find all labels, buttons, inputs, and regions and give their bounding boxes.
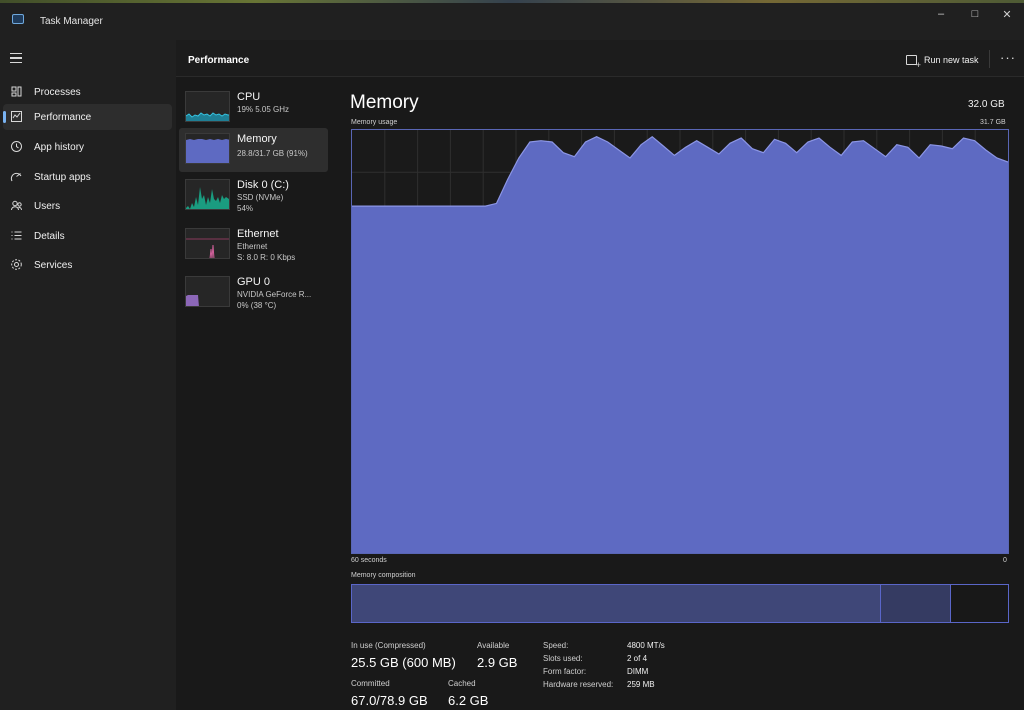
menu-icon[interactable] [10, 53, 22, 63]
task-manager-icon [12, 14, 24, 24]
available-value: 2.9 GB [477, 655, 518, 670]
hardware-reserved-key: Hardware reserved: [543, 680, 614, 689]
resource-name: CPU [237, 91, 261, 103]
minimize-button[interactable]: – [926, 6, 956, 22]
sidebar-item-label: Services [34, 260, 73, 271]
slots-value: 2 of 4 [627, 654, 648, 663]
in-use-value: 25.5 GB (600 MB) [351, 655, 456, 670]
sidebar-item-performance[interactable]: Performance [3, 104, 172, 130]
cpu-thumbnail [185, 91, 230, 122]
users-icon [11, 200, 22, 211]
sidebar-item-label: App history [34, 142, 85, 153]
sidebar-item-services[interactable]: Services [3, 252, 172, 278]
composition-modified [881, 585, 951, 622]
main-panel: Performance Run new task ··· CPU 19% 5.0… [176, 40, 1024, 710]
processes-icon [11, 86, 22, 97]
sidebar-item-startup-apps[interactable]: Startup apps [3, 164, 172, 190]
memory-total: 32.0 GB [968, 99, 1005, 110]
resource-name: Disk 0 (C:) [237, 179, 289, 191]
memory-composition-label: Memory composition [351, 572, 416, 579]
run-task-icon [906, 55, 921, 70]
ethernet-thumbnail [185, 228, 230, 259]
history-icon [11, 141, 22, 152]
performance-icon [11, 111, 22, 122]
resource-cpu[interactable]: CPU 19% 5.05 GHz [179, 86, 328, 130]
resource-detail: S: 8.0 R: 0 Kbps [237, 253, 296, 262]
resource-disk[interactable]: Disk 0 (C:) SSD (NVMe) 54% [179, 174, 328, 218]
resource-name: Memory [237, 133, 277, 145]
services-icon [11, 259, 22, 270]
chart-title: Memory [350, 92, 419, 113]
sidebar-item-app-history[interactable]: App history [3, 134, 172, 160]
committed-value: 67.0/78.9 GB [351, 693, 428, 708]
resource-detail: SSD (NVMe) [237, 193, 284, 202]
in-use-label: In use (Compressed) [351, 641, 426, 650]
sidebar-item-details[interactable]: Details [3, 223, 172, 249]
resource-memory[interactable]: Memory 28.8/31.7 GB (91%) [179, 128, 328, 172]
resource-detail: 28.8/31.7 GB (91%) [237, 149, 308, 158]
speed-key: Speed: [543, 641, 569, 650]
disk-thumbnail [185, 179, 230, 210]
window-title: Task Manager [40, 16, 103, 27]
details-icon [11, 231, 22, 240]
wallpaper-strip [0, 0, 1024, 3]
sidebar-item-label: Startup apps [34, 172, 91, 183]
maximize-button[interactable]: □ [960, 6, 990, 22]
form-factor-key: Form factor: [543, 667, 587, 676]
slots-key: Slots used: [543, 654, 583, 663]
sidebar-item-label: Performance [34, 112, 92, 123]
close-button[interactable]: ✕ [992, 6, 1022, 22]
title-bar: Task Manager – □ ✕ [0, 0, 1024, 40]
cached-label: Cached [448, 679, 476, 688]
resource-gpu[interactable]: GPU 0 NVIDIA GeForce R... 0% (38 °C) [179, 271, 328, 315]
composition-in-use [352, 585, 881, 622]
startup-icon [10, 172, 22, 182]
page-title: Performance [188, 55, 250, 66]
memory-usage-max: 31.7 GB [980, 119, 1006, 126]
sidebar-item-processes[interactable]: Processes [3, 79, 172, 105]
gpu-thumbnail [185, 276, 230, 307]
resource-detail: NVIDIA GeForce R... [237, 290, 312, 299]
x-axis-left-label: 60 seconds [351, 557, 387, 564]
resource-detail: 0% (38 °C) [237, 301, 277, 310]
committed-label: Committed [351, 679, 390, 688]
run-new-task-label: Run new task [924, 55, 979, 65]
composition-free [951, 585, 1008, 622]
sidebar-item-label: Details [34, 231, 65, 242]
resource-name: Ethernet [237, 228, 279, 240]
resource-ethernet[interactable]: Ethernet Ethernet S: 8.0 R: 0 Kbps [179, 223, 328, 267]
page-header: Performance Run new task ··· [176, 40, 1024, 77]
sidebar-item-label: Processes [34, 87, 81, 98]
sidebar-item-users[interactable]: Users [3, 193, 172, 219]
resource-name: GPU 0 [237, 276, 271, 288]
x-axis-right-label: 0 [1003, 557, 1007, 564]
memory-usage-chart [351, 129, 1009, 554]
more-options-button[interactable]: ··· [1000, 50, 1016, 65]
resource-detail: 19% 5.05 GHz [237, 105, 290, 114]
memory-usage-label: Memory usage [351, 119, 398, 126]
header-divider [989, 50, 990, 68]
sidebar-item-label: Users [34, 201, 61, 212]
resource-detail: 54% [237, 204, 254, 213]
available-label: Available [477, 641, 510, 650]
hardware-reserved-value: 259 MB [627, 680, 655, 689]
resource-detail: Ethernet [237, 242, 268, 251]
sidebar: Processes Performance App history Startu… [0, 40, 176, 710]
run-new-task-button[interactable]: Run new task [906, 52, 979, 70]
speed-value: 4800 MT/s [627, 641, 665, 650]
memory-composition-bar [351, 584, 1009, 623]
memory-usage-plot [352, 130, 1009, 553]
cached-value: 6.2 GB [448, 693, 489, 708]
memory-thumbnail [185, 133, 230, 164]
form-factor-value: DIMM [627, 667, 649, 676]
